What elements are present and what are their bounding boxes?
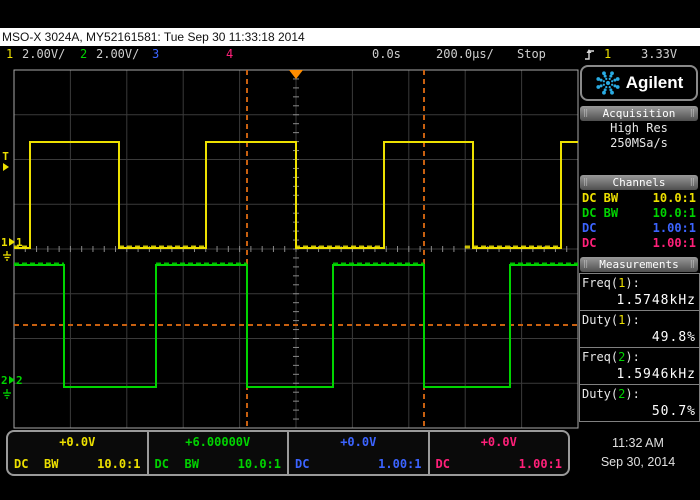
clock-date: Sep 30, 2014: [582, 453, 694, 472]
trigger-time-marker: [289, 70, 303, 79]
channels-header[interactable]: ⣿ Channels ⣿: [580, 175, 698, 190]
ch2-ground-symbol-icon: [2, 389, 12, 399]
trigger-level-value[interactable]: 3.33V: [641, 47, 677, 61]
grip-icon: ⣿: [690, 261, 695, 268]
status-bar: 1 2.00V/ 2 2.00V/ 3 4 0.0s 200.0µs/ Stop…: [0, 46, 700, 63]
ch4-offset: +0.0V: [430, 432, 569, 452]
scope-display: 1 2.00V/ 2 2.00V/ 3 4 0.0s 200.0µs/ Stop…: [0, 46, 700, 500]
grip-icon: ⣿: [690, 179, 695, 186]
measurement-value: 1.5748kHz: [580, 292, 699, 310]
ch3-offset: +0.0V: [289, 432, 428, 452]
ch4-coupling-row: DC 1.00:1: [579, 236, 699, 251]
timebase-setting[interactable]: 200.0µs/: [436, 47, 494, 61]
ch2-scale[interactable]: 2.00V/: [96, 47, 139, 61]
clock-display: 11:32 AM Sep 30, 2014: [582, 434, 694, 472]
acquisition-mode: High Res: [579, 121, 699, 136]
ch3-status-number[interactable]: 3: [152, 47, 159, 61]
agilent-starburst-icon: [595, 70, 621, 96]
clock-time: 11:32 AM: [582, 434, 694, 453]
ch2-settings-cell[interactable]: +6.00000V DCBW10.0:1: [149, 432, 290, 474]
trigger-level-marker[interactable]: T: [2, 150, 9, 171]
ch3-coupling-row: DC 1.00:1: [579, 221, 699, 236]
ch1-scale[interactable]: 2.00V/: [22, 47, 65, 61]
trigger-arrow-icon: [3, 163, 9, 171]
grip-icon: ⣿: [583, 179, 588, 186]
right-info-panel: Agilent ⣿ Acquisition ⣿ High Res 250MSa/…: [579, 63, 700, 431]
ch1-ground-marker[interactable]: 1: [1, 236, 15, 248]
channel-settings-bar: +0.0V DCBW10.0:1 +6.00000V DCBW10.0:1 +0…: [6, 430, 570, 476]
measurement-value: 1.5946kHz: [580, 366, 699, 384]
acquisition-state[interactable]: Stop: [517, 47, 546, 61]
measurements-header[interactable]: ⣿ Measurements ⣿: [580, 257, 698, 272]
ch3-settings-cell[interactable]: +0.0V DC1.00:1: [289, 432, 430, 474]
measurement-value: 49.8%: [580, 329, 699, 347]
acquisition-info: High Res 250MSa/s: [579, 121, 699, 151]
edge-trigger-icon: [584, 48, 595, 61]
measurement-duty1: Duty(1): 49.8%: [580, 311, 699, 348]
oscilloscope-screen: MSO-X 3024A, MY52161581: Tue Sep 30 11:3…: [0, 0, 700, 500]
brand-logo-box: Agilent: [580, 65, 698, 101]
ch1-status-number[interactable]: 1: [6, 47, 13, 61]
sample-rate: 250MSa/s: [579, 136, 699, 151]
ch2-offset: +6.00000V: [149, 432, 288, 452]
waveform-graticule: [0, 62, 580, 432]
horizontal-delay[interactable]: 0.0s: [372, 47, 401, 61]
ch1-trace: [14, 142, 578, 248]
measurement-freq2: Freq(2): 1.5946kHz: [580, 348, 699, 385]
measurement-value: 50.7%: [580, 403, 699, 421]
ch1-ground-symbol-icon: [2, 251, 12, 261]
instrument-title: MSO-X 3024A, MY52161581: Tue Sep 30 11:3…: [2, 30, 305, 44]
ch2-coupling-row: DC BW 10.0:1: [579, 206, 699, 221]
ch4-settings-cell[interactable]: +0.0V DC1.00:1: [430, 432, 569, 474]
ch1-coupling-row: DC BW 10.0:1: [579, 191, 699, 206]
ch2-ground-marker[interactable]: 2: [1, 374, 15, 386]
measurement-freq1: Freq(1): 1.5748kHz: [580, 274, 699, 311]
measurements-list: Freq(1): 1.5748kHz Duty(1): 49.8% Freq(2…: [579, 273, 700, 422]
ch1-settings-cell[interactable]: +0.0V DCBW10.0:1: [8, 432, 149, 474]
grip-icon: ⣿: [583, 261, 588, 268]
ch1-ground-label: 1: [16, 236, 23, 248]
top-black-bar: [0, 0, 700, 28]
measurement-duty2: Duty(2): 50.7%: [580, 385, 699, 421]
ch1-offset: +0.0V: [8, 432, 147, 452]
capture-title-band: MSO-X 3024A, MY52161581: Tue Sep 30 11:3…: [0, 28, 700, 46]
brand-name: Agilent: [626, 73, 684, 93]
ch2-ground-label: 2: [16, 374, 23, 386]
ch1-arrow-icon: [9, 238, 15, 246]
channels-list: DC BW 10.0:1 DC BW 10.0:1 DC 1.00:1 DC 1…: [579, 191, 699, 251]
acquisition-header[interactable]: ⣿ Acquisition ⣿: [580, 106, 698, 121]
ch2-arrow-icon: [9, 376, 15, 384]
trigger-source[interactable]: 1: [604, 47, 611, 61]
grip-icon: ⣿: [583, 110, 588, 117]
grip-icon: ⣿: [690, 110, 695, 117]
ch2-status-number[interactable]: 2: [80, 47, 87, 61]
ch4-status-number[interactable]: 4: [226, 47, 233, 61]
